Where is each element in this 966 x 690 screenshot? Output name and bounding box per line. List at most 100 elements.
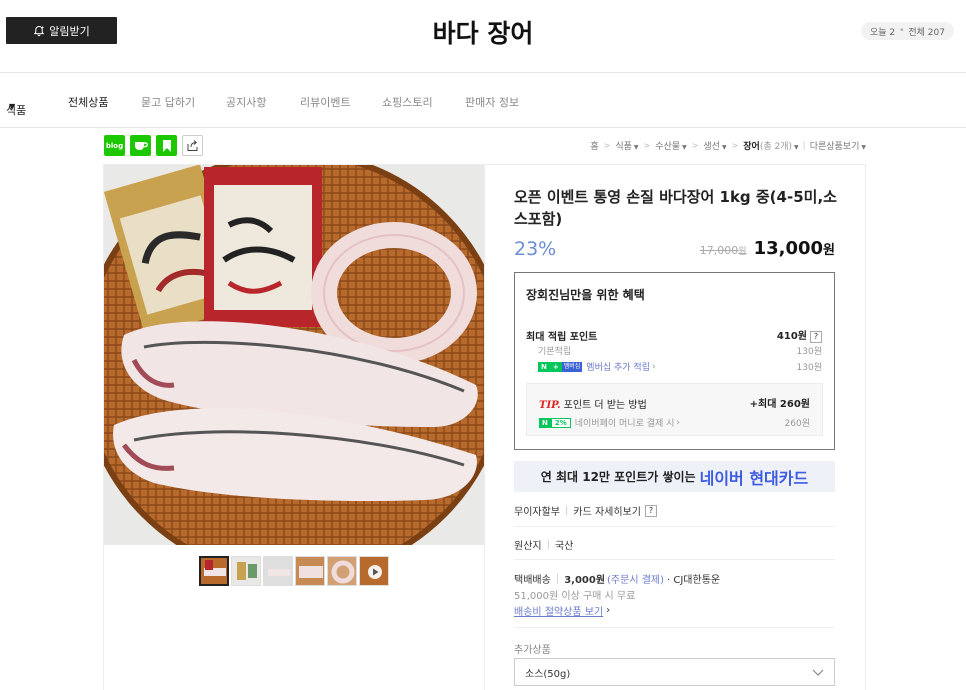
nav-item-notice[interactable]: 공지사항	[226, 94, 266, 110]
origin-row: 원산지 | 국산	[514, 537, 573, 552]
membership-value: 130원	[796, 363, 822, 373]
product-photo-illustration	[104, 165, 484, 545]
cafe-share-icon[interactable]	[130, 135, 151, 156]
chevron-right-icon: ›	[606, 605, 611, 616]
breadcrumb-separator: |	[802, 140, 806, 151]
chevron-right-icon: >	[691, 141, 699, 150]
installment-row: 무이자할부 | 카드 자세히보기 ?	[514, 503, 657, 518]
breadcrumb-fish-label: 생선	[703, 142, 720, 152]
pipe-separator: |	[565, 505, 569, 516]
max-point-value: 410원	[776, 331, 807, 342]
max-point-row: 최대 적립 포인트 410원?	[526, 327, 822, 343]
addon-selected-value: 소스(50g)	[525, 668, 571, 680]
chevron-right-icon: >	[731, 141, 739, 150]
info-divider	[514, 627, 835, 628]
chevron-right-icon: >	[603, 141, 611, 150]
installment-label: 무이자할부	[514, 507, 560, 518]
help-icon[interactable]: ?	[810, 331, 822, 343]
thumbnail-5[interactable]	[327, 556, 357, 586]
help-icon[interactable]: ?	[644, 504, 657, 517]
bundle-shipping-link[interactable]: 배송비 절약상품 보기 ›	[514, 603, 610, 618]
header-divider	[0, 72, 966, 73]
card-promo-banner[interactable]: 연 최대 12만 포인트가 쌓이는 네이버 현대카드	[514, 461, 835, 492]
npay-badge: N	[539, 417, 551, 428]
nav-divider	[0, 127, 966, 128]
thumbnail-strip	[199, 556, 389, 586]
origin-value: 국산	[554, 541, 574, 552]
product-main-image[interactable]	[104, 165, 484, 545]
shipping-row: 택배배송 | 3,000원 (주문시 결제) · CJ대한통운	[514, 571, 720, 586]
addon-select[interactable]: 소스(50g)	[514, 658, 835, 686]
shipping-courier: · CJ대한통운	[667, 575, 721, 586]
thumbnail-4[interactable]	[295, 556, 325, 586]
visit-counter: 오늘 2 • 전체 207	[860, 22, 954, 40]
caret-down-icon: ▼	[721, 144, 727, 151]
thumbnail-3[interactable]	[263, 556, 293, 586]
original-price-unit: 원	[738, 247, 747, 257]
breadcrumb-seafood[interactable]: 수산물 ▼	[655, 139, 686, 152]
store-name[interactable]: 바다 장어	[0, 14, 966, 50]
pipe-separator: |	[546, 539, 550, 550]
product-divider	[484, 164, 485, 690]
original-price: 17,000원	[700, 244, 747, 257]
nav-item-qna[interactable]: 묻고 답하기	[141, 94, 195, 110]
breadcrumb-home[interactable]: 홈	[590, 139, 598, 152]
original-price-value: 17,000	[699, 244, 739, 257]
bookmark-share-icon[interactable]	[156, 135, 177, 156]
thumbnail-2[interactable]	[231, 556, 261, 586]
nav-item-shopping-story[interactable]: 쇼핑스토리	[382, 94, 433, 110]
breadcrumb-food[interactable]: 식품 ▼	[615, 139, 638, 152]
thumbnail-1[interactable]	[199, 556, 229, 586]
membership-row: N + 멤버십 멤버십 추가 적립 › 130원	[526, 360, 822, 373]
breadcrumb-current[interactable]: 장어(총 2개) ▼	[743, 139, 798, 152]
max-point-label: 최대 적립 포인트	[526, 331, 598, 343]
tip-heading: TIP. 포인트 더 받는 방법	[539, 396, 647, 411]
nav-item-all-products[interactable]: 전체상품	[68, 94, 108, 110]
visit-today: 오늘 2	[869, 27, 896, 38]
blog-share-label: blog	[105, 141, 124, 150]
npay-money-link[interactable]: N 2% 네이버페이 머니로 결제 시 ›	[539, 416, 680, 429]
membership-link-label: 멤버십 추가 적립	[586, 363, 650, 373]
card-promo-highlight: 네이버 현대카드	[699, 468, 809, 488]
breadcrumb-food-label: 식품	[615, 142, 632, 152]
benefit-box: 장회진님만을 위한 혜택 최대 적립 포인트 410원? 기본적립 130원 N…	[514, 272, 835, 450]
other-products-link[interactable]: 다른상품보기 ▼	[810, 139, 866, 152]
breadcrumb-fish[interactable]: 생선 ▼	[703, 139, 726, 152]
chevron-down-icon: ▼	[9, 102, 16, 111]
thumbnail-6-video[interactable]	[359, 556, 389, 586]
sale-price-value: 13,000	[753, 238, 824, 259]
npay-badge: N	[538, 361, 550, 372]
breadcrumb-current-label: 장어	[743, 142, 760, 152]
card-detail-link[interactable]: 카드 자세히보기	[573, 503, 641, 518]
shipping-label: 택배배송	[514, 575, 551, 586]
tip-prefix: TIP.	[539, 400, 561, 411]
npay-percent-badge: N 2%	[539, 417, 571, 428]
base-point-value: 130원	[796, 347, 822, 357]
nav-item-review-event[interactable]: 리뷰이벤트	[300, 94, 351, 110]
membership-badge: 멤버십	[561, 361, 583, 372]
blog-share-icon[interactable]: blog	[104, 135, 125, 156]
sale-price-unit: 원	[823, 243, 835, 258]
breadcrumb-seafood-label: 수산물	[655, 142, 681, 152]
visit-total: 전체 207	[908, 27, 945, 38]
discount-rate: 23%	[514, 238, 557, 260]
membership-link[interactable]: N + 멤버십 멤버십 추가 적립 ›	[526, 360, 656, 373]
shipping-fee: 3,000원	[564, 575, 606, 586]
chevron-down-icon	[812, 669, 824, 676]
card-promo-text: 연 최대 12만 포인트가 쌓이는	[540, 470, 696, 484]
chevron-right-icon: >	[643, 141, 651, 150]
caret-down-icon: ▼	[633, 144, 639, 151]
nav-item-seller-info[interactable]: 판매자 정보	[465, 94, 519, 110]
share-icon[interactable]	[182, 135, 203, 156]
tip-box: TIP. 포인트 더 받는 방법 +최대 260원 N 2% 네이버페이 머니로 …	[526, 383, 823, 436]
caret-down-icon: ▼	[794, 144, 799, 151]
origin-label: 원산지	[514, 541, 542, 552]
info-divider	[514, 526, 835, 527]
caret-down-icon: ▼	[682, 144, 687, 151]
npay-money-value: 260원	[784, 419, 810, 429]
max-point-value-wrap: 410원?	[777, 327, 822, 343]
breadcrumb: 홈 > 식품 ▼ > 수산물 ▼ > 생선 ▼ > 장어(총 2개) ▼ | 다른상품보…	[590, 139, 866, 153]
benefit-title: 장회진님만을 위한 혜택	[526, 288, 645, 302]
breadcrumb-count: (총 2개)	[759, 142, 793, 152]
plus-icon: +	[549, 361, 562, 372]
